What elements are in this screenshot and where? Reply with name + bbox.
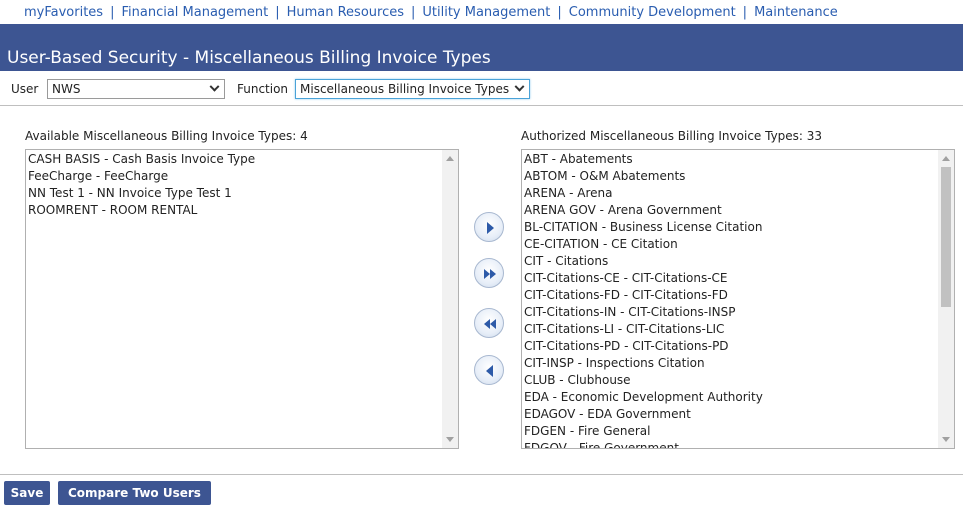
nav-human-resources[interactable]: Human Resources	[287, 5, 404, 20]
available-scrollbar[interactable]	[442, 150, 458, 448]
list-item[interactable]: ROOMRENT - ROOM RENTAL	[28, 202, 255, 219]
nav-separator: |	[557, 4, 562, 20]
scroll-up-icon[interactable]	[446, 156, 454, 161]
nav-separator: |	[275, 4, 280, 20]
scroll-down-icon[interactable]	[942, 437, 950, 442]
nav-separator: |	[110, 4, 115, 20]
list-item[interactable]: EDA - Economic Development Authority	[524, 389, 763, 406]
function-label: Function	[237, 82, 289, 96]
available-list-title: Available Miscellaneous Billing Invoice …	[25, 129, 308, 143]
nav-financial-management[interactable]: Financial Management	[121, 5, 268, 20]
nav-separator: |	[410, 4, 416, 20]
list-item[interactable]: CIT-Citations-PD - CIT-Citations-PD	[524, 338, 763, 355]
filter-bar: User NWS Function Miscellaneous Billing …	[0, 71, 963, 106]
move-all-right-button[interactable]	[474, 258, 504, 288]
footer-divider	[0, 474, 963, 475]
list-item[interactable]: CIT-INSP - Inspections Citation	[524, 355, 763, 372]
function-select[interactable]: Miscellaneous Billing Invoice Types	[295, 79, 530, 99]
top-nav: myFavorites | Financial Management | Hum…	[0, 0, 963, 24]
function-select-value: Miscellaneous Billing Invoice Types	[300, 82, 510, 96]
nav-separator: |	[742, 4, 748, 20]
nav-community-development[interactable]: Community Development	[569, 5, 736, 20]
authorized-list: ABT - Abatements ABTOM - O&M Abatements …	[524, 151, 763, 448]
list-item[interactable]: FeeCharge - FeeCharge	[28, 168, 255, 185]
list-item[interactable]: BL-CITATION - Business License Citation	[524, 219, 763, 236]
list-item[interactable]: CLUB - Clubhouse	[524, 372, 763, 389]
double-chevron-right-icon	[484, 269, 496, 279]
nav-maintenance[interactable]: Maintenance	[754, 5, 838, 20]
user-select[interactable]: NWS	[47, 79, 225, 99]
chevron-left-icon	[486, 365, 493, 377]
scroll-down-icon[interactable]	[446, 437, 454, 442]
move-left-button[interactable]	[474, 355, 504, 385]
list-item[interactable]: CIT-Citations-FD - CIT-Citations-FD	[524, 287, 763, 304]
chevron-right-icon	[487, 222, 494, 234]
authorized-list-title: Authorized Miscellaneous Billing Invoice…	[521, 129, 823, 143]
list-item[interactable]: FDGOV - Fire Government	[524, 440, 763, 448]
list-item[interactable]: CASH BASIS - Cash Basis Invoice Type	[28, 151, 255, 168]
available-listbox[interactable]: CASH BASIS - Cash Basis Invoice Type Fee…	[25, 149, 459, 449]
list-item[interactable]: ABT - Abatements	[524, 151, 763, 168]
save-button[interactable]: Save	[4, 481, 50, 505]
chevron-down-icon	[209, 81, 220, 92]
nav-myfavorites[interactable]: myFavorites	[24, 5, 103, 20]
double-chevron-left-icon	[484, 319, 496, 329]
list-item[interactable]: CIT-Citations-CE - CIT-Citations-CE	[524, 270, 763, 287]
nav-utility-management[interactable]: Utility Management	[422, 5, 550, 20]
available-list: CASH BASIS - Cash Basis Invoice Type Fee…	[28, 151, 255, 219]
list-item[interactable]: EDAGOV - EDA Government	[524, 406, 763, 423]
list-item[interactable]: CE-CITATION - CE Citation	[524, 236, 763, 253]
list-item[interactable]: ABTOM - O&M Abatements	[524, 168, 763, 185]
list-item[interactable]: ARENA - Arena	[524, 185, 763, 202]
move-right-button[interactable]	[474, 212, 504, 242]
list-item[interactable]: CIT-Citations-IN - CIT-Citations-INSP	[524, 304, 763, 321]
list-item[interactable]: FDGEN - Fire General	[524, 423, 763, 440]
chevron-down-icon	[514, 81, 525, 92]
authorized-listbox[interactable]: ABT - Abatements ABTOM - O&M Abatements …	[521, 149, 955, 449]
scrollbar-thumb[interactable]	[941, 167, 951, 307]
user-label: User	[11, 82, 39, 96]
title-bar: User-Based Security - Miscellaneous Bill…	[0, 24, 963, 71]
list-item[interactable]: NN Test 1 - NN Invoice Type Test 1	[28, 185, 255, 202]
list-item[interactable]: CIT - Citations	[524, 253, 763, 270]
list-item[interactable]: CIT-Citations-LI - CIT-Citations-LIC	[524, 321, 763, 338]
scroll-up-icon[interactable]	[942, 156, 950, 161]
move-all-left-button[interactable]	[474, 308, 504, 338]
page-title: User-Based Security - Miscellaneous Bill…	[7, 48, 491, 68]
compare-two-users-button[interactable]: Compare Two Users	[58, 481, 211, 505]
list-item[interactable]: ARENA GOV - Arena Government	[524, 202, 763, 219]
authorized-scrollbar[interactable]	[938, 150, 954, 448]
user-select-value: NWS	[52, 82, 81, 96]
